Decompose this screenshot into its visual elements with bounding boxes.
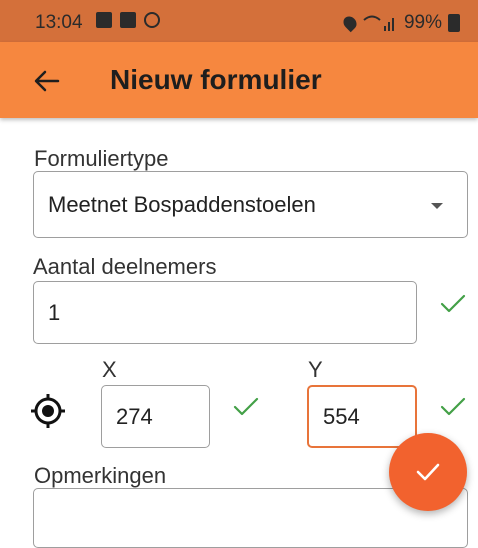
x-label: X — [102, 357, 117, 382]
x-coordinate-input[interactable]: 274 — [101, 385, 210, 448]
participants-valid-checkmark-icon — [440, 294, 466, 313]
notification-icons — [96, 12, 160, 28]
check-icon — [416, 463, 440, 481]
location-icon — [340, 13, 360, 33]
app-icon — [120, 12, 136, 28]
page-title: Nieuw formulier — [110, 64, 322, 95]
remarks-label: Opmerkingen — [34, 463, 167, 488]
status-time: 13:04 — [35, 12, 83, 33]
x-coordinate-value: 274 — [116, 403, 153, 429]
participants-input[interactable]: 1 — [33, 281, 417, 344]
message-icon — [96, 12, 112, 28]
dropdown-arrow-icon — [431, 203, 443, 209]
sync-icon — [144, 12, 160, 28]
y-label: Y — [308, 357, 323, 382]
y-valid-checkmark-icon — [440, 397, 466, 416]
arrow-left-icon[interactable] — [32, 66, 62, 96]
participants-value: 1 — [48, 299, 61, 325]
y-coordinate-input[interactable]: 554 — [307, 385, 417, 448]
form-type-value: Meetnet Bospaddenstoelen — [48, 191, 316, 217]
battery-icon — [448, 14, 460, 32]
x-valid-checkmark-icon — [233, 397, 259, 416]
form-type-label: Formuliertype — [34, 146, 169, 171]
submit-fab-button[interactable] — [389, 433, 467, 511]
wifi-signal-icon — [363, 15, 394, 31]
gps-fixed-icon[interactable] — [30, 393, 66, 429]
form-type-dropdown[interactable]: Meetnet Bospaddenstoelen — [33, 171, 468, 238]
participants-label: Aantal deelnemers — [33, 254, 217, 279]
status-bar: 13:04 99% — [0, 0, 478, 42]
battery-percentage: 99% — [403, 12, 442, 33]
system-icons: 99% — [340, 12, 460, 34]
app-bar: Nieuw formulier — [0, 42, 478, 118]
y-coordinate-value: 554 — [323, 403, 360, 429]
